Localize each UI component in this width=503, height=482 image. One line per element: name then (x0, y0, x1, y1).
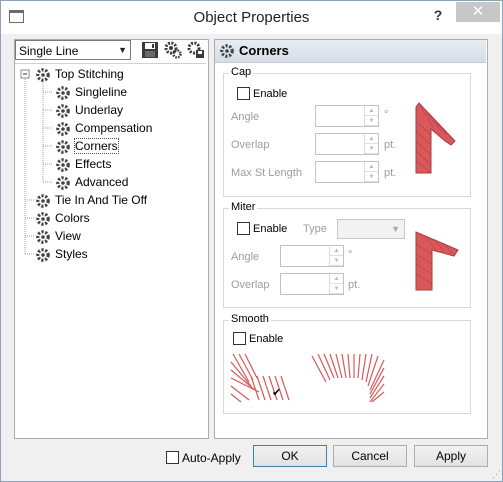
tree-item-advanced[interactable]: Advanced (55, 173, 128, 191)
resize-grip-icon[interactable]: ⋰ (492, 469, 501, 480)
miter-angle-unit: ° (348, 249, 353, 261)
cancel-button[interactable]: Cancel (333, 445, 407, 467)
apply-button[interactable]: Apply (414, 445, 488, 467)
tree-item-label: Effects (75, 157, 112, 171)
smooth-enable-checkbox[interactable] (233, 332, 246, 345)
miter-angle-label: Angle (231, 251, 260, 263)
gear-icon (36, 68, 50, 82)
cap-angle-spinner[interactable]: ▲ ▼ (315, 105, 379, 127)
miter-corner-preview (415, 231, 459, 291)
chevron-down-icon: ▼ (391, 224, 400, 234)
auto-apply-label: Auto-Apply (182, 451, 241, 465)
miter-type-select[interactable]: ▼ (337, 219, 405, 239)
cap-angle-label: Angle (231, 111, 260, 123)
gear-icon (56, 122, 70, 136)
title-bar: Object Properties ? ✕ (1, 1, 502, 34)
cap-overlap-unit: pt. (384, 139, 397, 151)
miter-angle-spinner[interactable]: ▲ ▼ (280, 245, 344, 267)
gear-icon (36, 248, 50, 262)
tree-item-top-stitching[interactable]: Top Stitching (35, 65, 124, 83)
tree-item-label: Colors (55, 211, 90, 225)
gear-icon (36, 212, 50, 226)
cap-max-st-length-spinner[interactable]: ▲ ▼ (315, 161, 379, 183)
miter-enable-checkbox[interactable] (237, 222, 250, 235)
cap-overlap-label: Overlap (231, 139, 270, 151)
cap-overlap-spinner[interactable]: ▲ ▼ (315, 133, 379, 155)
section-title: Corners (239, 43, 289, 58)
tree-item-label: Styles (55, 247, 88, 261)
save-icon[interactable] (141, 41, 159, 59)
gear-icon (56, 86, 70, 100)
cap-max-st-length-unit: pt. (384, 167, 397, 179)
miter-overlap-spinner[interactable]: ▲ ▼ (280, 273, 344, 295)
gear-icon (56, 176, 70, 190)
miter-overlap-unit: pt. (348, 279, 361, 291)
tree-item-view[interactable]: View (35, 227, 81, 245)
tree-item-label: Top Stitching (55, 67, 124, 81)
tree-item-colors[interactable]: Colors (35, 209, 90, 227)
ok-button[interactable]: OK (253, 445, 327, 467)
cap-enable-checkbox[interactable] (237, 87, 250, 100)
gear-icon (36, 230, 50, 244)
tree-item-label: Underlay (75, 103, 124, 117)
cap-enable-label: Enable (253, 88, 288, 100)
gear-icon (56, 158, 70, 172)
smooth-preview-off (230, 353, 290, 403)
style-select-value: Single Line (19, 44, 79, 58)
tree-item-tie-in-and-tie-off[interactable]: Tie In And Tie Off (35, 191, 147, 209)
tree-item-label: Corners (74, 138, 119, 154)
tree-item-label: Singleline (75, 85, 128, 99)
tree-item-label: Tie In And Tie Off (55, 193, 148, 207)
miter-type-label: Type (303, 223, 327, 235)
section-header: Corners (215, 40, 486, 63)
cap-group-title: Cap (229, 66, 254, 78)
tree-item-underlay[interactable]: Underlay (55, 101, 123, 119)
gears-icon[interactable] (164, 41, 182, 59)
cap-corner-preview (415, 102, 456, 174)
help-button[interactable]: ? (428, 5, 448, 25)
style-select[interactable]: Single Line ▼ (15, 40, 131, 60)
tree-item-effects[interactable]: Effects (55, 155, 111, 173)
tree-item-compensation[interactable]: Compensation (55, 119, 152, 137)
tree-item-singleline[interactable]: Singleline (55, 83, 127, 101)
miter-group-title: Miter (229, 201, 258, 213)
gear-icon (56, 140, 70, 154)
window-title: Object Properties (193, 9, 310, 26)
cap-max-st-length-label: Max St Length (231, 167, 302, 179)
chevron-down-icon: ▼ (118, 45, 127, 55)
close-button[interactable]: ✕ (456, 2, 500, 22)
auto-apply-checkbox[interactable] (166, 451, 179, 464)
tree-item-label: Compensation (75, 121, 153, 135)
gear-icon (56, 104, 70, 118)
gear-icon (36, 194, 50, 208)
miter-enable-label: Enable (253, 223, 288, 235)
tree-item-corners[interactable]: Corners (55, 137, 119, 155)
smooth-checkmark-icon: ✔ (272, 387, 282, 399)
smooth-group-title: Smooth (229, 313, 271, 325)
smooth-preview-on (311, 353, 385, 403)
cap-angle-unit: ° (384, 109, 389, 121)
tree-item-label: Advanced (75, 175, 129, 189)
settings-save-icon[interactable] (187, 41, 205, 59)
gear-icon (220, 44, 234, 58)
tree-item-label: View (55, 229, 81, 243)
settings-tree: Top Stitching Singleline Underlay Compen… (15, 63, 206, 437)
miter-overlap-label: Overlap (231, 279, 270, 291)
tree-item-styles[interactable]: Styles (35, 245, 88, 263)
smooth-enable-label: Enable (249, 333, 284, 345)
